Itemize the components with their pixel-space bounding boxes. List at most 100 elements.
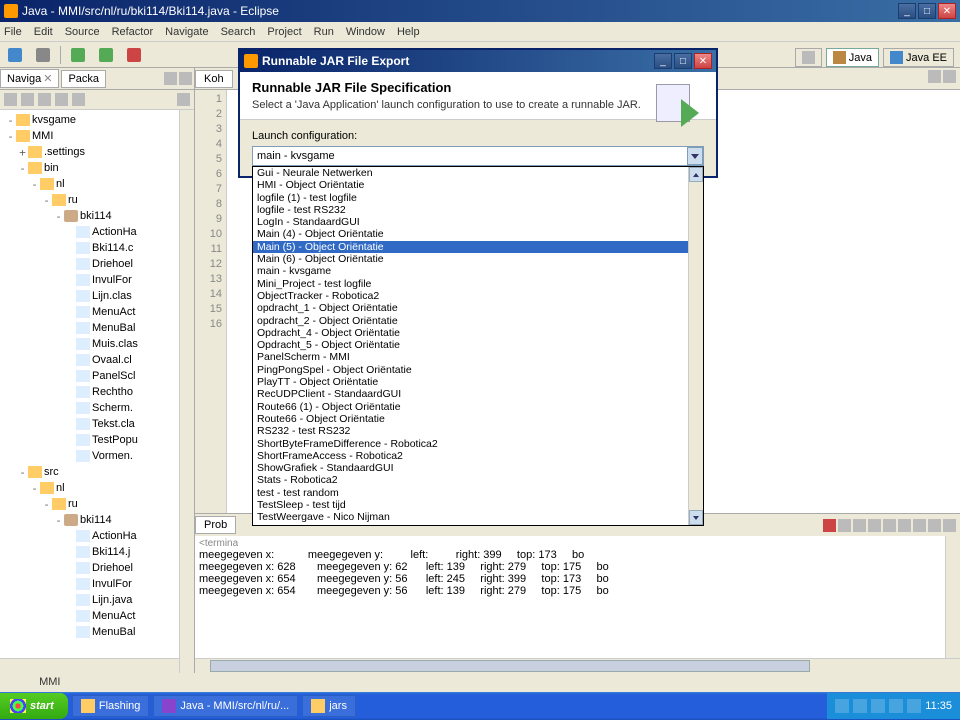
- maximize-view-icon[interactable]: [179, 72, 192, 85]
- tree-item[interactable]: Muis.clas: [2, 336, 192, 352]
- combo-dropdown-button[interactable]: [687, 147, 703, 165]
- remove-icon[interactable]: [838, 519, 851, 532]
- tree-item[interactable]: -kvsgame: [2, 112, 192, 128]
- combo-option[interactable]: Opdracht_4 - Object Oriëntatie: [253, 327, 703, 339]
- close-button[interactable]: ✕: [938, 3, 956, 19]
- combo-option[interactable]: PanelScherm - MMI: [253, 351, 703, 363]
- combo-option[interactable]: Mini_Project - test logfile: [253, 278, 703, 290]
- combo-option[interactable]: ShortByteFrameDifference - Robotica2: [253, 438, 703, 450]
- combo-option[interactable]: PlayTT - Object Oriëntatie: [253, 376, 703, 388]
- minimize-view-icon[interactable]: [164, 72, 177, 85]
- tree-item[interactable]: -ru: [2, 496, 192, 512]
- tray-icon[interactable]: [871, 699, 885, 713]
- console-hscrollbar[interactable]: [195, 658, 960, 673]
- tree-item[interactable]: -MMI: [2, 128, 192, 144]
- combo-option[interactable]: logfile (1) - test logfile: [253, 192, 703, 204]
- navigator-tab[interactable]: Naviga✕: [0, 69, 59, 88]
- tree-item[interactable]: Bki114.j: [2, 544, 192, 560]
- combo-option[interactable]: main - kvsgame: [253, 265, 703, 277]
- combo-option[interactable]: PingPongSpel - Object Oriëntatie: [253, 364, 703, 376]
- dialog-maximize-button[interactable]: □: [674, 53, 692, 69]
- open-perspective-button[interactable]: [795, 48, 822, 67]
- run-button[interactable]: [95, 45, 117, 65]
- tree-item[interactable]: Tekst.cla: [2, 416, 192, 432]
- package-tab[interactable]: Packa: [61, 70, 106, 88]
- launch-config-combo[interactable]: main - kvsgame Gui - Neurale NetwerkenHM…: [252, 146, 704, 166]
- tray-icon[interactable]: [889, 699, 903, 713]
- menu-project[interactable]: Project: [267, 26, 301, 38]
- combo-option[interactable]: opdracht_2 - Object Oriëntatie: [253, 315, 703, 327]
- combo-option[interactable]: Opdracht_5 - Object Oriëntatie: [253, 339, 703, 351]
- combo-option[interactable]: TestSleep - test tijd: [253, 499, 703, 511]
- tree-item[interactable]: Bki114.c: [2, 240, 192, 256]
- tree-item[interactable]: ActionHa: [2, 224, 192, 240]
- system-tray[interactable]: 11:35: [827, 693, 960, 719]
- combo-option[interactable]: LogIn - StandaardGUI: [253, 216, 703, 228]
- combo-option[interactable]: Main (5) - Object Oriëntatie: [253, 241, 703, 253]
- combo-option[interactable]: Stats - Robotica2: [253, 474, 703, 486]
- new-button[interactable]: [4, 45, 26, 65]
- tree-item[interactable]: Lijn.clas: [2, 288, 192, 304]
- combo-option[interactable]: RS232 - test RS232: [253, 425, 703, 437]
- collapse-icon[interactable]: [55, 93, 68, 106]
- console-vscrollbar[interactable]: [945, 536, 960, 658]
- dialog-minimize-button[interactable]: _: [654, 53, 672, 69]
- combo-option[interactable]: opdracht_1 - Object Oriëntatie: [253, 302, 703, 314]
- scroll-down-icon[interactable]: [689, 510, 703, 525]
- forward-icon[interactable]: [21, 93, 34, 106]
- tree-item[interactable]: -bki114: [2, 512, 192, 528]
- tree-item[interactable]: MenuAct: [2, 608, 192, 624]
- tree-item[interactable]: Scherm.: [2, 400, 192, 416]
- tree-item[interactable]: Driehoel: [2, 560, 192, 576]
- menu-run[interactable]: Run: [314, 26, 334, 38]
- tree-hscrollbar[interactable]: [0, 658, 179, 673]
- tray-icon[interactable]: [907, 699, 921, 713]
- menu-edit[interactable]: Edit: [34, 26, 53, 38]
- problems-tab[interactable]: Prob: [195, 516, 236, 534]
- combo-option[interactable]: Gui - Neurale Netwerken: [253, 167, 703, 179]
- combo-option[interactable]: ShowGrafiek - StandaardGUI: [253, 462, 703, 474]
- tree-item[interactable]: Ovaal.cl: [2, 352, 192, 368]
- combo-dropdown-list[interactable]: Gui - Neurale NetwerkenHMI - Object Orië…: [252, 166, 704, 526]
- taskbar-item-eclipse[interactable]: Java - MMI/src/nl/ru/...: [153, 695, 298, 717]
- menu-navigate[interactable]: Navigate: [165, 26, 208, 38]
- tree-item[interactable]: -bin: [2, 160, 192, 176]
- link-icon[interactable]: [72, 93, 85, 106]
- tree-item[interactable]: Driehoel: [2, 256, 192, 272]
- up-icon[interactable]: [38, 93, 51, 106]
- tree-item[interactable]: -ru: [2, 192, 192, 208]
- save-button[interactable]: [32, 45, 54, 65]
- menu-source[interactable]: Source: [65, 26, 100, 38]
- tree-item[interactable]: InvulFor: [2, 272, 192, 288]
- tree-item[interactable]: InvulFor: [2, 576, 192, 592]
- combo-option[interactable]: ObjectTracker - Robotica2: [253, 290, 703, 302]
- combo-option[interactable]: Main (4) - Object Oriëntatie: [253, 228, 703, 240]
- console-min-icon[interactable]: [928, 519, 941, 532]
- console-output[interactable]: <termina meegegeven x: meegegeven y: lef…: [195, 536, 960, 658]
- tree-item[interactable]: +.settings: [2, 144, 192, 160]
- tray-icon[interactable]: [853, 699, 867, 713]
- perspective-javaee[interactable]: Java EE: [883, 48, 954, 67]
- tree-item[interactable]: -bki114: [2, 208, 192, 224]
- tree-item[interactable]: ActionHa: [2, 528, 192, 544]
- back-icon[interactable]: [4, 93, 17, 106]
- tree-item[interactable]: -nl: [2, 480, 192, 496]
- combo-option[interactable]: HMI - Object Oriëntatie: [253, 179, 703, 191]
- tree-item[interactable]: -nl: [2, 176, 192, 192]
- tree-vscrollbar[interactable]: [179, 110, 194, 673]
- combo-option[interactable]: test - test random: [253, 487, 703, 499]
- combo-option[interactable]: logfile - test RS232: [253, 204, 703, 216]
- tree-item[interactable]: -src: [2, 464, 192, 480]
- dialog-close-button[interactable]: ✕: [694, 53, 712, 69]
- tray-icon[interactable]: [835, 699, 849, 713]
- menu-window[interactable]: Window: [346, 26, 385, 38]
- tree-item[interactable]: TestPopu: [2, 432, 192, 448]
- perspective-java[interactable]: Java: [826, 48, 879, 67]
- console-max-icon[interactable]: [943, 519, 956, 532]
- tree-item[interactable]: MenuAct: [2, 304, 192, 320]
- start-button[interactable]: start: [0, 693, 68, 719]
- menu-search[interactable]: Search: [221, 26, 256, 38]
- menu-refactor[interactable]: Refactor: [112, 26, 154, 38]
- editor-max-icon[interactable]: [943, 70, 956, 83]
- tree-item[interactable]: Vormen.: [2, 448, 192, 464]
